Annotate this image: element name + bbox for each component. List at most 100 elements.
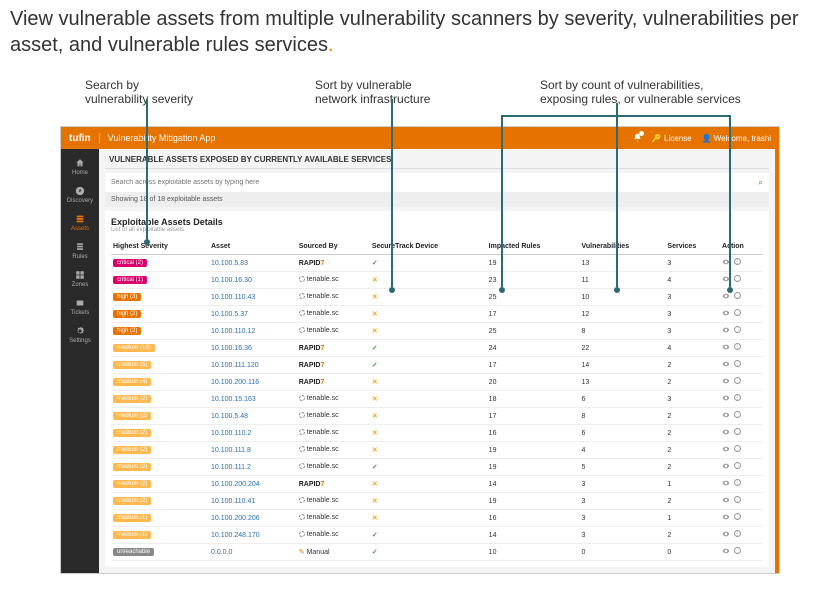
action-icon[interactable]: ⋮ xyxy=(734,258,741,265)
view-icon[interactable] xyxy=(722,309,730,319)
view-icon[interactable] xyxy=(722,377,730,387)
table-row: medium (2)10.100.111.2tenable.sc✓1952⋮ xyxy=(111,459,763,476)
sidebar: HomeDiscoveryAssetsRulesZonesTicketsSett… xyxy=(61,149,99,573)
brand-logo: tufin xyxy=(69,133,91,144)
asset-link[interactable]: 10.100.110.12 xyxy=(211,328,255,335)
action-icon[interactable]: ⋮ xyxy=(734,360,741,367)
view-icon[interactable] xyxy=(722,530,730,540)
severity-badge: medium (4) xyxy=(113,378,151,386)
sidebar-item-assets[interactable]: Assets xyxy=(61,209,99,237)
table-row: medium (10)10.100.16.36RAPID7✓24224⋮ xyxy=(111,340,763,357)
asset-link[interactable]: 10.100.248.170 xyxy=(211,532,260,539)
col-vulns[interactable]: Vulnerabilities xyxy=(580,239,666,255)
view-icon[interactable] xyxy=(722,479,730,489)
asset-link[interactable]: 10.100.15.163 xyxy=(211,396,256,403)
asset-link[interactable]: 10.100.110.41 xyxy=(211,498,255,505)
view-icon[interactable] xyxy=(722,428,730,438)
asset-link[interactable]: 10.100.111.2 xyxy=(211,464,251,471)
action-icon[interactable]: ⋮ xyxy=(734,343,741,350)
view-icon[interactable] xyxy=(722,275,730,285)
action-icon[interactable]: ⋮ xyxy=(734,428,741,435)
view-icon[interactable] xyxy=(722,292,730,302)
action-icon[interactable]: ⋮ xyxy=(734,462,741,469)
services-value: 2 xyxy=(665,493,720,510)
notifications-icon[interactable] xyxy=(633,133,642,144)
app-frame: tufin Vulnerability Mitigation App 🔑 Lic… xyxy=(60,126,780,574)
device-x-icon: ✕ xyxy=(372,413,378,420)
impacted-rules-value: 24 xyxy=(487,340,580,357)
sidebar-item-settings[interactable]: Settings xyxy=(61,321,99,349)
col-asset[interactable]: Asset xyxy=(209,239,297,255)
sidebar-item-home[interactable]: Home xyxy=(61,153,99,181)
table-row: critical (2)10.100.5.83RAPID7✓19133⋮ xyxy=(111,255,763,272)
vulnerabilities-value: 22 xyxy=(580,340,666,357)
source-tenable: tenable.sc xyxy=(299,276,339,283)
action-icon[interactable]: ⋮ xyxy=(734,513,741,520)
view-icon[interactable] xyxy=(722,360,730,370)
col-source[interactable]: Sourced By xyxy=(297,239,370,255)
asset-link[interactable]: 10.100.16.30 xyxy=(211,277,252,284)
services-value: 3 xyxy=(665,391,720,408)
action-icon[interactable]: ⋮ xyxy=(734,275,741,282)
severity-badge: medium (2) xyxy=(113,395,151,403)
services-value: 4 xyxy=(665,272,720,289)
source-tenable: tenable.sc xyxy=(299,514,339,521)
license-link[interactable]: 🔑 License xyxy=(652,134,692,143)
asset-link[interactable]: 10.100.111.8 xyxy=(211,447,251,454)
action-icon[interactable]: ⋮ xyxy=(734,530,741,537)
action-icon[interactable]: ⋮ xyxy=(734,411,741,418)
asset-link[interactable]: 10.100.5.37 xyxy=(211,311,248,318)
table-row: medium (2)10.100.111.8tenable.sc✕1942⋮ xyxy=(111,442,763,459)
view-icon[interactable] xyxy=(722,411,730,421)
action-icon[interactable]: ⋮ xyxy=(734,479,741,486)
action-icon[interactable]: ⋮ xyxy=(734,309,741,316)
device-x-icon: ✕ xyxy=(372,311,378,318)
view-icon[interactable] xyxy=(722,394,730,404)
asset-link[interactable]: 10.100.110.43 xyxy=(211,294,255,301)
asset-link[interactable]: 10.100.16.36 xyxy=(211,345,252,352)
col-device[interactable]: SecureTrack Device xyxy=(370,239,487,255)
view-icon[interactable] xyxy=(722,326,730,336)
severity-badge: medium (2) xyxy=(113,412,151,420)
view-icon[interactable] xyxy=(722,462,730,472)
asset-link[interactable]: 10.100.111.120 xyxy=(211,362,259,369)
welcome-user[interactable]: 👤 Welcome, trashi xyxy=(702,134,771,143)
col-severity[interactable]: Highest Severity xyxy=(111,239,209,255)
asset-link[interactable]: 10.100.5.48 xyxy=(211,413,248,420)
view-icon[interactable] xyxy=(722,496,730,506)
device-x-icon: ✕ xyxy=(372,515,378,522)
impacted-rules-value: 20 xyxy=(487,374,580,391)
sidebar-item-tickets[interactable]: Tickets xyxy=(61,293,99,321)
vulnerabilities-value: 13 xyxy=(580,255,666,272)
view-icon[interactable] xyxy=(722,513,730,523)
sidebar-item-rules[interactable]: Rules xyxy=(61,237,99,265)
action-icon[interactable]: ⋮ xyxy=(734,326,741,333)
annotation-severity: Search by vulnerability severity xyxy=(85,78,215,106)
action-icon[interactable]: ⋮ xyxy=(734,547,741,554)
action-icon[interactable]: ⋮ xyxy=(734,496,741,503)
action-icon[interactable]: ⋮ xyxy=(734,377,741,384)
view-icon[interactable] xyxy=(722,258,730,268)
asset-link[interactable]: 10.100.5.83 xyxy=(211,260,248,267)
col-services[interactable]: Services xyxy=(665,239,720,255)
asset-link[interactable]: 0.0.0.0 xyxy=(211,549,232,556)
severity-badge: medium (2) xyxy=(113,429,151,437)
action-icon[interactable]: ⋮ xyxy=(734,292,741,299)
sidebar-item-zones[interactable]: Zones xyxy=(61,265,99,293)
search-input[interactable] xyxy=(111,179,754,186)
search-icon[interactable]: ⌕ xyxy=(758,177,763,188)
view-icon[interactable] xyxy=(722,445,730,455)
view-icon[interactable] xyxy=(722,343,730,353)
action-icon[interactable]: ⋮ xyxy=(734,445,741,452)
asset-link[interactable]: 10.100.200.116 xyxy=(211,379,259,386)
table-row: medium (5)10.100.111.120RAPID7✓17142⋮ xyxy=(111,357,763,374)
device-x-icon: ✕ xyxy=(372,430,378,437)
asset-link[interactable]: 10.100.110.2 xyxy=(211,430,251,437)
asset-link[interactable]: 10.100.200.206 xyxy=(211,515,260,522)
sidebar-item-discovery[interactable]: Discovery xyxy=(61,181,99,209)
vulnerabilities-value: 8 xyxy=(580,408,666,425)
action-icon[interactable]: ⋮ xyxy=(734,394,741,401)
asset-link[interactable]: 10.100.200.204 xyxy=(211,481,260,488)
view-icon[interactable] xyxy=(722,547,730,557)
col-rules[interactable]: Impacted Rules xyxy=(487,239,580,255)
